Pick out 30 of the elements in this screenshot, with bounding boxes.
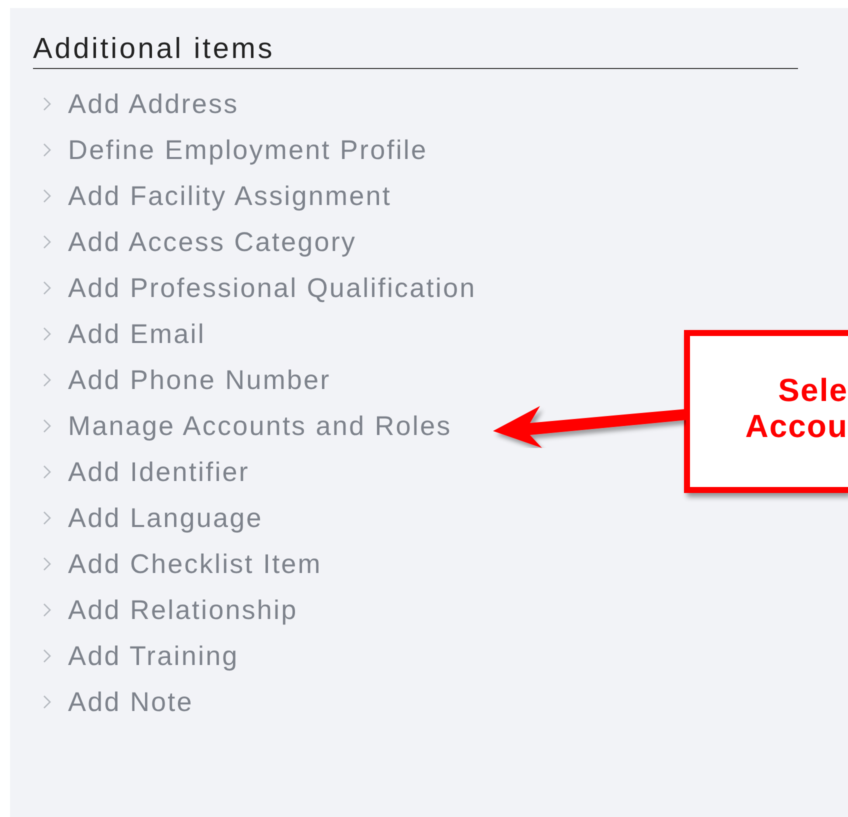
chevron-icon bbox=[43, 464, 52, 479]
add-item-link[interactable]: Add Phone Number bbox=[33, 356, 331, 403]
chevron-icon bbox=[43, 96, 52, 111]
add-item-link[interactable]: Define Employment Profile bbox=[33, 126, 428, 173]
chevron-icon bbox=[43, 326, 52, 341]
chevron-icon bbox=[43, 280, 52, 295]
add-item-link[interactable]: Add Relationship bbox=[33, 586, 298, 633]
add-item-link[interactable]: Add Address bbox=[33, 80, 239, 127]
chevron-icon bbox=[43, 556, 52, 571]
chevron-icon bbox=[43, 602, 52, 617]
chevron-icon bbox=[43, 142, 52, 157]
add-item-link[interactable]: Add Facility Assignment bbox=[33, 172, 392, 219]
chevron-icon bbox=[43, 648, 52, 663]
add-item-link[interactable]: Add Note bbox=[33, 678, 194, 725]
chevron-icon bbox=[43, 188, 52, 203]
add-item-link[interactable]: Add Training bbox=[33, 632, 239, 679]
add-item-link[interactable]: Add Access Category bbox=[33, 218, 357, 265]
chevron-icon bbox=[43, 372, 52, 387]
add-item-link[interactable]: Add Language bbox=[33, 494, 263, 541]
add-item-link[interactable]: Add Identifier bbox=[33, 448, 250, 495]
chevron-icon bbox=[43, 418, 52, 433]
chevron-icon bbox=[43, 694, 52, 709]
add-item-link[interactable]: Add Professional Qualification bbox=[33, 264, 476, 311]
add-item-link[interactable]: Manage Accounts and Roles bbox=[33, 402, 452, 449]
callout-text: Sele Accou bbox=[745, 372, 848, 444]
add-item-link[interactable]: Add Email bbox=[33, 310, 206, 357]
chevron-icon bbox=[43, 510, 52, 525]
add-item-link[interactable]: Add Checklist Item bbox=[33, 540, 322, 587]
chevron-icon bbox=[43, 234, 52, 249]
section-heading: Additional items bbox=[33, 34, 798, 69]
